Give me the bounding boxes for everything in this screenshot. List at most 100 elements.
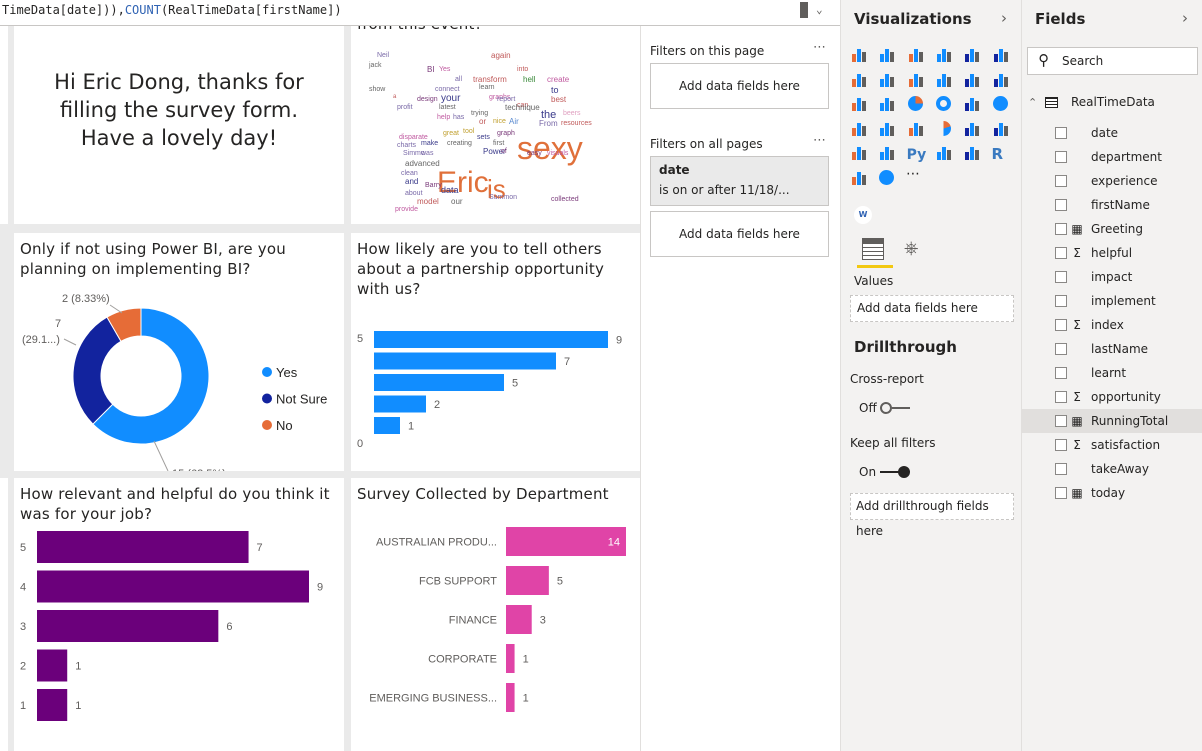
likely-tile[interactable]: How likely are you to tell others about … [351, 233, 640, 471]
field-item-firstname[interactable]: firstName [1022, 193, 1202, 217]
bar[interactable] [374, 374, 504, 391]
field-checkbox[interactable] [1055, 463, 1067, 475]
fields-search-box[interactable]: ⚲ Search [1027, 47, 1198, 75]
100-column-icon[interactable] [992, 46, 1010, 64]
scatter-icon[interactable] [878, 95, 896, 113]
clustered-column-icon[interactable] [935, 46, 953, 64]
wordcloud-visual-icon[interactable] [850, 169, 868, 187]
field-item-index[interactable]: Σindex [1022, 313, 1202, 337]
r-visual-icon[interactable]: R [992, 144, 1010, 163]
field-checkbox[interactable] [1055, 415, 1067, 427]
clustered-bar-icon[interactable] [907, 46, 925, 64]
field-checkbox[interactable] [1055, 175, 1067, 187]
filters-this-page-more-icon[interactable]: ⋯ [813, 40, 826, 55]
field-checkbox[interactable] [1055, 391, 1067, 403]
stacked-column-icon[interactable] [878, 46, 896, 64]
field-checkbox[interactable] [1055, 295, 1067, 307]
wordcloud-tile[interactable]: from this event? NeiljackagainBIYesintos… [351, 26, 640, 224]
cross-report-toggle[interactable] [880, 402, 910, 414]
collapse-fields-icon[interactable]: › [1182, 9, 1188, 27]
bar[interactable] [506, 605, 532, 634]
field-checkbox[interactable] [1055, 151, 1067, 163]
legend-label-yes[interactable]: Yes [276, 365, 298, 380]
keep-all-filters-toggle[interactable] [880, 466, 910, 478]
card-icon[interactable] [963, 120, 981, 138]
stacked-area-icon[interactable] [907, 71, 925, 89]
stacked-bar-icon[interactable] [850, 46, 868, 64]
field-checkbox[interactable] [1055, 319, 1067, 331]
field-checkbox[interactable] [1055, 487, 1067, 499]
formula-expand-icon[interactable] [800, 2, 808, 18]
format-paint-roller-icon[interactable]: ⎈ [904, 238, 918, 259]
kpi-icon[interactable] [850, 144, 868, 162]
treemap-icon[interactable] [963, 95, 981, 113]
field-checkbox[interactable] [1055, 127, 1067, 139]
drillthrough-well[interactable]: Add drillthrough fields here [850, 493, 1014, 538]
bar[interactable] [374, 331, 608, 348]
waterfall-icon[interactable] [850, 95, 868, 113]
multirow-card-icon[interactable] [992, 120, 1010, 138]
gauge-icon[interactable] [935, 120, 953, 138]
field-checkbox[interactable] [1055, 343, 1067, 355]
field-checkbox[interactable] [1055, 199, 1067, 211]
filled-map-icon[interactable] [850, 120, 868, 138]
greeting-card-tile[interactable]: Hi Eric Dong, thanks for filling the sur… [14, 26, 344, 224]
field-item-department[interactable]: department [1022, 145, 1202, 169]
bar[interactable] [506, 683, 515, 712]
bar[interactable] [374, 352, 556, 370]
table-name[interactable]: RealTimeData [1071, 95, 1155, 109]
legend-label-no[interactable]: No [276, 418, 293, 433]
line-chart-icon[interactable] [850, 71, 868, 89]
relevant-tile[interactable]: How relevant and helpful do you think it… [14, 478, 344, 751]
formula-bar[interactable]: TimeData[date])),COUNT(RealTimeData[firs… [0, 0, 840, 26]
field-checkbox[interactable] [1055, 223, 1067, 235]
field-item-implement[interactable]: implement [1022, 289, 1202, 313]
field-item-impact[interactable]: impact [1022, 265, 1202, 289]
custom-visual-icon[interactable]: W [854, 206, 872, 224]
field-item-date[interactable]: date [1022, 121, 1202, 145]
bar[interactable] [37, 570, 309, 603]
bar[interactable] [374, 395, 426, 413]
donut-tile[interactable]: Only if not using Power BI, are you plan… [14, 233, 344, 471]
chevron-down-icon[interactable]: ⌄ [816, 0, 823, 20]
collapse-viz-icon[interactable]: › [1001, 9, 1007, 27]
bar[interactable] [37, 689, 68, 721]
field-checkbox[interactable] [1055, 247, 1067, 259]
date-filter-card[interactable]: date is on or after 11/18/... [650, 156, 829, 206]
bar[interactable] [506, 644, 515, 673]
legend-label-not-sure[interactable]: Not Sure [276, 392, 327, 407]
map-icon[interactable] [992, 95, 1010, 113]
field-item-greeting[interactable]: ▦ Greeting [1022, 217, 1202, 241]
matrix-icon[interactable] [963, 144, 981, 162]
viz-more-icon[interactable]: ⋯ [906, 166, 920, 182]
slicer-icon[interactable] [878, 144, 896, 162]
line-clustered-icon[interactable] [963, 71, 981, 89]
filters-this-page-well[interactable]: Add data fields here [650, 63, 829, 109]
arcgis-icon[interactable] [878, 169, 896, 187]
bar[interactable] [37, 531, 249, 563]
bar[interactable] [506, 566, 549, 595]
table-icon[interactable] [935, 144, 953, 162]
ribbon-chart-icon[interactable] [992, 71, 1010, 89]
bar[interactable] [374, 417, 400, 434]
field-item-satisfaction[interactable]: Σsatisfaction [1022, 433, 1202, 457]
line-column-icon[interactable] [935, 71, 953, 89]
shape-map-icon[interactable] [878, 120, 896, 138]
filters-all-pages-well[interactable]: Add data fields here [650, 211, 829, 257]
field-checkbox[interactable] [1055, 367, 1067, 379]
pie-icon[interactable] [907, 95, 925, 113]
bar[interactable] [37, 649, 68, 682]
field-item-runningtotal[interactable]: ▦ RunningTotal [1022, 409, 1202, 433]
field-item-experience[interactable]: experience [1022, 169, 1202, 193]
field-item-takeaway[interactable]: takeAway [1022, 457, 1202, 481]
table-expand-chevron-icon[interactable]: ⌃ [1028, 96, 1037, 109]
values-well[interactable]: Add data fields here [850, 295, 1014, 322]
legend-marker-no[interactable] [262, 420, 272, 430]
donut-icon[interactable] [935, 95, 953, 113]
fields-tab-icon[interactable] [862, 238, 884, 260]
field-item-helpful[interactable]: Σhelpful [1022, 241, 1202, 265]
field-checkbox[interactable] [1055, 439, 1067, 451]
legend-marker-yes[interactable] [262, 367, 272, 377]
area-chart-icon[interactable] [878, 71, 896, 89]
filters-all-pages-more-icon[interactable]: ⋯ [813, 133, 826, 148]
